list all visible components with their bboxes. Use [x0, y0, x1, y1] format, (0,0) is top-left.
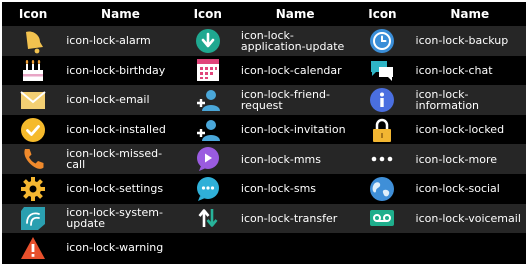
- table-cell-name: icon-lock-transfer: [238, 203, 352, 234]
- checkmark-icon: [20, 117, 46, 143]
- table-cell-icon: [2, 144, 65, 174]
- sms-bubble-icon: [195, 176, 221, 202]
- table-cell-icon: [351, 173, 414, 204]
- table-cell-icon: [2, 26, 65, 56]
- padlock-icon: [369, 117, 395, 143]
- phone-icon: [20, 146, 46, 172]
- add-friend-icon: [195, 87, 221, 113]
- table-cell-icon: [176, 144, 239, 174]
- table-cell-name: icon-lock-sms: [238, 173, 352, 204]
- icon-table: Icon Name Icon Name Icon Name icon-lock-…: [2, 2, 526, 263]
- table-cell-name: icon-lock-locked: [413, 114, 526, 145]
- table-cell-icon: [2, 203, 65, 234]
- table-cell-empty: [413, 233, 526, 263]
- table-cell-name: icon-lock-settings: [64, 173, 177, 204]
- table-row: icon-lock-settings icon-lock-sms icon-lo…: [2, 173, 526, 204]
- alarm-bell-icon: [20, 28, 46, 54]
- column-header-icon: Icon: [2, 2, 65, 26]
- table-row: icon-lock-birthday icon-lock-calendar ic…: [2, 55, 526, 86]
- table-cell-empty: [351, 233, 414, 263]
- table-cell-name: icon-lock-friend-request: [238, 85, 352, 115]
- table-cell-icon: [351, 114, 414, 145]
- table-row: icon-lock-warning: [2, 233, 526, 263]
- download-arrow-icon: [195, 28, 221, 54]
- table-cell-icon: [2, 85, 65, 115]
- gear-icon: [20, 176, 46, 202]
- table-cell-name: icon-lock-invitation: [238, 114, 352, 145]
- icon-table-panel: Icon Name Icon Name Icon Name icon-lock-…: [2, 2, 526, 264]
- table-cell-icon: [176, 114, 239, 145]
- table-row: icon-lock-missed-call icon-lock-mms icon…: [2, 144, 526, 174]
- table-cell-name: icon-lock-voicemail: [413, 203, 526, 234]
- more-dots-icon: [369, 146, 395, 172]
- table-cell-icon: [176, 85, 239, 115]
- envelope-icon: [20, 87, 46, 113]
- table-cell-name: icon-lock-installed: [64, 114, 177, 145]
- table-cell-name: icon-lock-system-update: [64, 203, 177, 234]
- mms-play-icon: [195, 146, 221, 172]
- globe-icon: [369, 176, 395, 202]
- table-cell-icon: [2, 114, 65, 145]
- table-cell-name: icon-lock-information: [413, 85, 526, 115]
- table-cell-icon: [351, 85, 414, 115]
- warning-triangle-icon: [20, 235, 46, 261]
- column-header-icon: Icon: [176, 2, 239, 26]
- table-cell-name: icon-lock-application-update: [238, 26, 352, 56]
- table-row: icon-lock-installed icon-lock-invitation…: [2, 114, 526, 145]
- calendar-icon: [195, 57, 221, 83]
- table-cell-empty: [238, 233, 352, 263]
- table-row: icon-lock-alarm icon-lock-application-up…: [2, 26, 526, 56]
- table-cell-icon: [2, 233, 65, 263]
- table-row: icon-lock-email icon-lock-friend-request…: [2, 85, 526, 115]
- table-header-row: Icon Name Icon Name Icon Name: [2, 2, 526, 26]
- voicemail-icon: [369, 205, 395, 231]
- table-cell-name: icon-lock-email: [64, 85, 177, 115]
- table-cell-icon: [351, 203, 414, 234]
- table-cell-name: icon-lock-social: [413, 173, 526, 204]
- table-cell-icon: [2, 55, 65, 86]
- transfer-arrows-icon: [195, 205, 221, 231]
- table-cell-name: icon-lock-chat: [413, 55, 526, 86]
- column-header-icon: Icon: [351, 2, 414, 26]
- clock-backup-icon: [369, 28, 395, 54]
- chat-bubbles-icon: [369, 57, 395, 83]
- column-header-name: Name: [413, 2, 526, 26]
- table-cell-name: icon-lock-mms: [238, 144, 352, 174]
- person-invite-icon: [195, 117, 221, 143]
- table-cell-icon: [2, 173, 65, 204]
- table-cell-icon: [176, 203, 239, 234]
- birthday-cake-icon: [20, 57, 46, 83]
- table-cell-name: icon-lock-calendar: [238, 55, 352, 86]
- info-icon: [369, 87, 395, 113]
- table-cell-name: icon-lock-alarm: [64, 26, 177, 56]
- table-cell-name: icon-lock-missed-call: [64, 144, 177, 174]
- table-cell-icon: [351, 144, 414, 174]
- table-cell-name: icon-lock-warning: [64, 233, 177, 263]
- column-header-name: Name: [64, 2, 177, 26]
- table-cell-icon: [176, 55, 239, 86]
- table-cell-empty: [176, 233, 239, 263]
- table-row: icon-lock-system-update icon-lock-transf…: [2, 203, 526, 234]
- table-cell-icon: [351, 26, 414, 56]
- table-cell-name: icon-lock-backup: [413, 26, 526, 56]
- column-header-name: Name: [238, 2, 352, 26]
- table-cell-name: icon-lock-birthday: [64, 55, 177, 86]
- table-cell-icon: [176, 173, 239, 204]
- table-cell-name: icon-lock-more: [413, 144, 526, 174]
- system-update-icon: [20, 205, 46, 231]
- table-cell-icon: [176, 26, 239, 56]
- table-cell-icon: [351, 55, 414, 86]
